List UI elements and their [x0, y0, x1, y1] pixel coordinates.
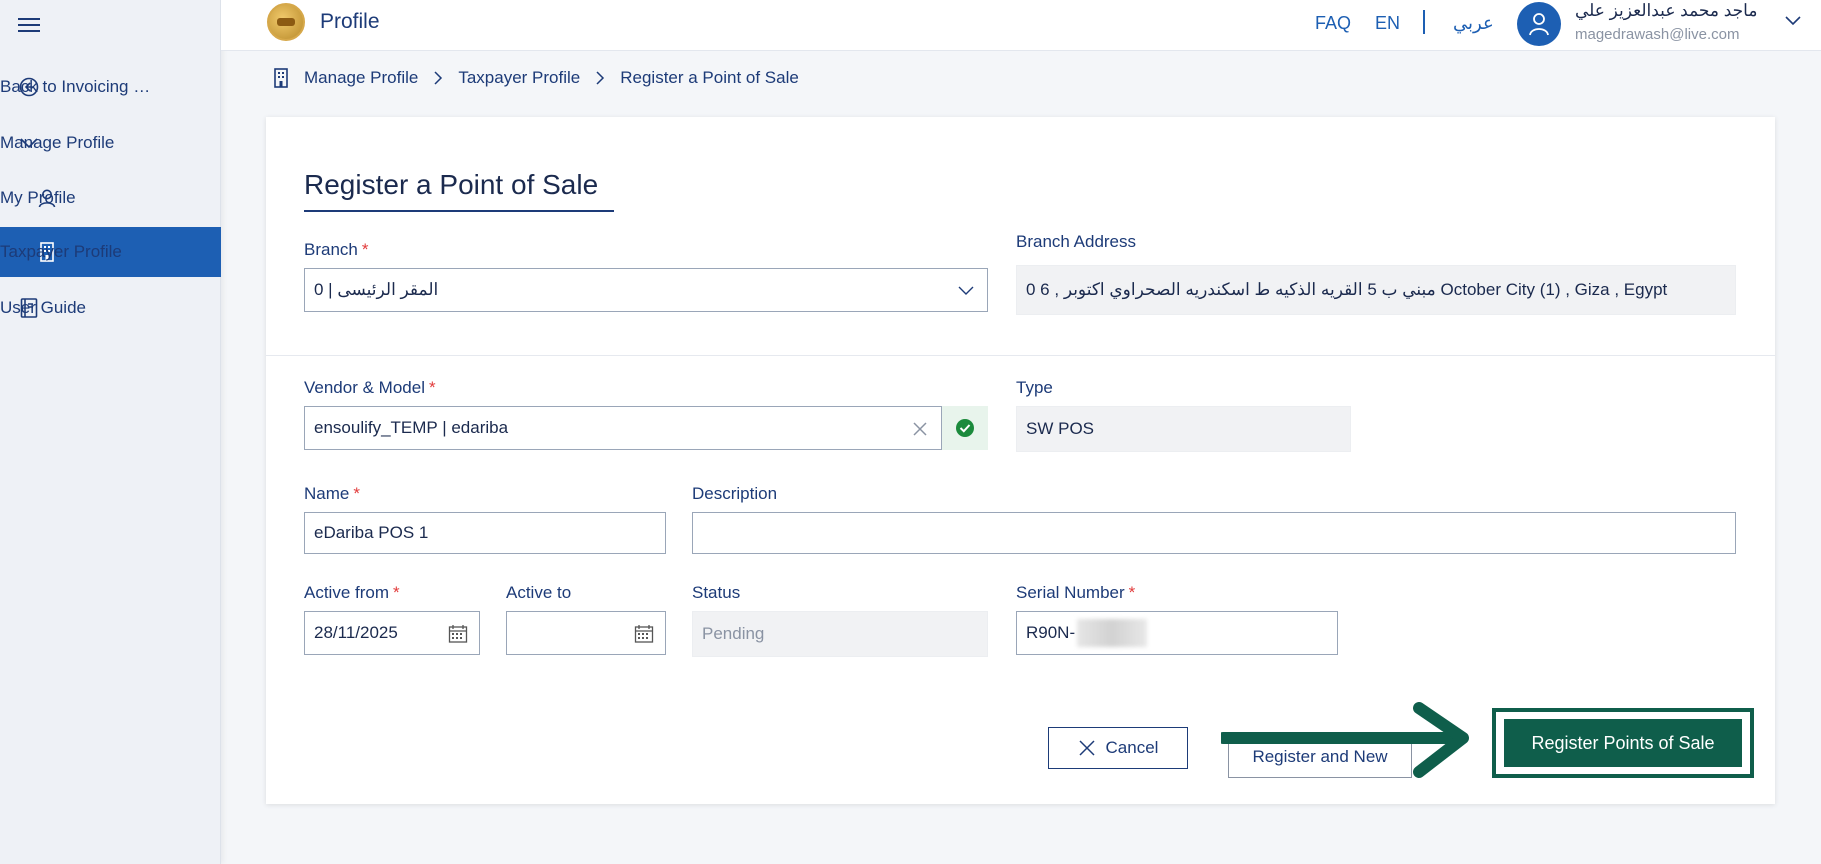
branch-select[interactable]: 0 | المقر الرئيسى	[304, 268, 988, 312]
type-value: SW POS	[1026, 419, 1095, 438]
description-input[interactable]	[692, 512, 1736, 554]
register-pos-card: Register a Point of Sale Branch * 0 | الم…	[266, 117, 1775, 804]
clear-icon[interactable]	[909, 418, 931, 440]
title-underline	[304, 210, 614, 212]
register-label: Register Points of Sale	[1531, 732, 1715, 753]
header-divider	[1423, 10, 1425, 34]
chevron-down-icon	[955, 280, 977, 302]
vendor-model-label: Vendor & Model *	[304, 378, 436, 397]
name-label: Name *	[304, 484, 360, 503]
chevron-down-icon[interactable]	[1784, 14, 1804, 34]
type-field: SW POS	[1016, 406, 1351, 452]
status-field: Pending	[692, 611, 988, 657]
active-to-date-input[interactable]	[506, 611, 666, 655]
redacted-serial	[1077, 619, 1148, 647]
top-header: Profile FAQ EN عربي ماجد محمد عبدالعزيز …	[221, 0, 1821, 51]
close-icon	[1079, 740, 1095, 756]
faq-link[interactable]: FAQ	[1315, 13, 1351, 34]
breadcrumb-taxpayer-profile[interactable]: Taxpayer Profile	[458, 68, 580, 88]
app-logo	[267, 3, 305, 41]
chevron-right-icon	[596, 71, 605, 85]
hamburger-menu-icon[interactable]	[18, 18, 40, 34]
vendor-model-value: ensoulify_TEMP | edariba	[314, 418, 509, 437]
serial-number-input[interactable]: R90N-	[1016, 611, 1338, 655]
status-label: Status	[692, 583, 741, 602]
breadcrumb-current: Register a Point of Sale	[620, 68, 799, 87]
active-from-date-input[interactable]: 28/11/2025	[304, 611, 480, 655]
avatar[interactable]	[1517, 2, 1561, 46]
active-from-value: 28/11/2025	[314, 623, 398, 642]
sidebar-item-label: User Guide	[0, 298, 86, 317]
sidebar: Back to Invoicing Po... Manage Profile M…	[0, 0, 221, 864]
name-value: eDariba POS 1	[314, 523, 429, 542]
branch-address-label: Branch Address	[1016, 232, 1137, 251]
active-to-label: Active to	[506, 583, 572, 602]
status-value: Pending	[702, 624, 765, 643]
sidebar-item-label: Manage Profile	[0, 133, 115, 152]
sidebar-item-my-profile[interactable]: My Profile	[0, 173, 221, 223]
sidebar-item-user-guide[interactable]: User Guide	[0, 283, 221, 333]
serial-number-label: Serial Number *	[1016, 583, 1136, 602]
user-email: magedrawash@live.com	[1575, 26, 1740, 43]
sidebar-item-label: Taxpayer Profile	[0, 242, 122, 261]
calendar-icon[interactable]	[633, 623, 655, 645]
sidebar-item-label: My Profile	[0, 188, 76, 207]
sidebar-item-back-to-invoicing[interactable]: Back to Invoicing Po...	[0, 62, 221, 112]
breadcrumb: Manage Profile Taxpayer Profile Register…	[272, 66, 799, 90]
user-name: ماجد محمد عبدالعزيز علي	[1575, 1, 1758, 20]
branch-label: Branch *	[304, 240, 369, 259]
cancel-label: Cancel	[1105, 738, 1159, 757]
page-title: Profile	[320, 10, 380, 33]
form-title: Register a Point of Sale	[304, 169, 599, 200]
sidebar-item-label: Back to Invoicing Po...	[0, 77, 160, 96]
active-from-label: Active from *	[304, 583, 400, 602]
arrow-annotation-icon	[1221, 702, 1469, 778]
calendar-icon[interactable]	[447, 623, 469, 645]
type-label: Type	[1016, 378, 1053, 397]
breadcrumb-manage-profile[interactable]: Manage Profile	[304, 68, 418, 88]
branch-address-value: 0 6 , مبني ب 5 القريه الذكيه ط اسكندريه …	[1026, 280, 1668, 299]
chevron-right-icon	[434, 71, 443, 85]
name-input[interactable]: eDariba POS 1	[304, 512, 666, 554]
lang-en-link[interactable]: EN	[1375, 13, 1400, 34]
sidebar-item-taxpayer-profile[interactable]: Taxpayer Profile	[0, 227, 221, 277]
check-circle-icon	[956, 419, 974, 437]
register-points-of-sale-button[interactable]: Register Points of Sale	[1504, 719, 1742, 767]
description-label: Description	[692, 484, 778, 503]
sidebar-item-manage-profile[interactable]: Manage Profile	[0, 118, 221, 168]
lang-ar-link[interactable]: عربي	[1453, 13, 1494, 34]
vendor-model-input[interactable]: ensoulify_TEMP | edariba	[304, 406, 942, 450]
branch-value: 0 | المقر الرئيسى	[314, 280, 439, 299]
cancel-button[interactable]: Cancel	[1048, 727, 1188, 769]
building-icon	[274, 68, 288, 88]
section-divider	[266, 355, 1775, 356]
branch-address-field: 0 6 , مبني ب 5 القريه الذكيه ط اسكندريه …	[1016, 265, 1736, 315]
serial-number-value: R90N-	[1026, 623, 1076, 642]
validation-status	[942, 406, 988, 450]
user-icon	[1529, 13, 1549, 36]
